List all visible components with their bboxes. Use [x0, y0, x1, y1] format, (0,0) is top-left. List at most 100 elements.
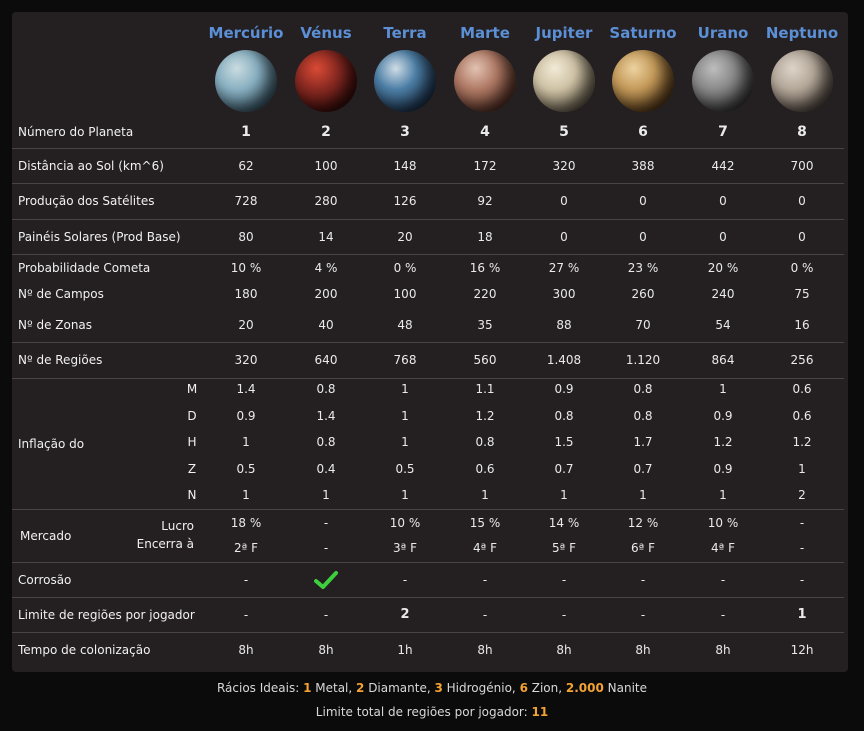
ratio-resource: Zion,: [527, 681, 566, 695]
cell-corrosion: -: [243, 572, 249, 587]
row-label: Nº de Zonas: [18, 317, 93, 332]
planets-table: Mercúrio Vénus Terra Marte Jupiter Saturno Ura…: [12, 12, 848, 672]
cell-sat_production: 0: [560, 194, 568, 208]
row-fields: Nº de Campos 180 200 100 220 300 260 240 75: [12, 281, 848, 307]
cell-inflation-H: 1.2: [792, 435, 812, 449]
planet-name: Terra: [383, 24, 427, 42]
row-label: Limite de regiões por jogador: [18, 607, 195, 622]
cell-number: 5: [559, 123, 569, 140]
marte-planet-image: [454, 50, 516, 112]
cell-inflation-N: 1: [639, 488, 647, 502]
cell-inflation-H: 0.8: [475, 435, 495, 449]
saturno-planet-image: [612, 50, 674, 112]
row-label: Painéis Solares (Prod Base): [18, 229, 181, 244]
cell-market-profit: -: [799, 516, 805, 530]
cell-distance: 442: [711, 158, 735, 173]
neptuno-planet-image: [771, 50, 833, 112]
cell-inflation-D: 0.8: [633, 409, 653, 423]
cell-comet_prob: 0 %: [393, 260, 417, 275]
planet-header: Mercúrio: [206, 22, 286, 112]
cell-inflation-D: 1.2: [475, 409, 495, 423]
row-label: Distância ao Sol (km^6): [18, 158, 164, 173]
vénus-planet-image: [295, 50, 357, 112]
cell-inflation-M: 0.8: [316, 382, 336, 396]
cell-inflation-Z: 0.4: [316, 462, 336, 476]
total-region-limit: Limite total de regiões por jogador: 11: [0, 705, 864, 719]
cell-distance: 172: [473, 158, 497, 173]
cell-regions: 256: [790, 353, 814, 367]
cell-market-closes: 2ª F: [233, 541, 258, 555]
mercúrio-planet-image: [215, 50, 277, 112]
cell-inflation-D: 0.9: [236, 409, 256, 423]
cell-market-profit: 12 %: [627, 516, 659, 530]
terra-planet-image: [374, 50, 436, 112]
cell-sat_production: 0: [798, 194, 806, 208]
cell-corrosion: -: [720, 572, 726, 587]
cell-comet_prob: 10 %: [230, 260, 262, 275]
cell-colonization_time: 12h: [790, 643, 814, 657]
cell-regions: 640: [314, 353, 338, 367]
ratio-value: 6: [519, 681, 528, 695]
cell-inflation-Z: 0.7: [633, 462, 653, 476]
row-colonization_time: Tempo de colonização 8h 8h 1h 8h 8h 8h 8h 12h: [12, 632, 848, 668]
cell-inflation-M: 0.8: [633, 382, 653, 396]
cell-sat_production: 92: [477, 194, 493, 208]
cell-region_limit: -: [323, 607, 329, 622]
cell-region_limit: 1: [797, 606, 807, 622]
cell-inflation-H: 1: [242, 435, 250, 449]
cell-inflation-N: 1: [401, 488, 409, 502]
cell-regions: 560: [473, 353, 497, 367]
cell-inflation-Z: 0.9: [713, 462, 733, 476]
cell-zones: 88: [556, 317, 572, 332]
cell-number: 8: [797, 123, 807, 140]
row-label: Produção dos Satélites: [18, 194, 155, 208]
cell-comet_prob: 0 %: [790, 260, 814, 275]
cell-regions: 320: [234, 353, 258, 367]
planet-header: Saturno: [603, 22, 683, 112]
cell-solar_panels: 0: [798, 229, 806, 244]
cell-colonization_time: 8h: [238, 643, 254, 657]
row-inflation: Inflação do M 1.4 0.8 1 1.1 0.9 0.8 1 0.6 D 0.9 1.4 1…: [12, 378, 848, 509]
cell-inflation-M: 1.4: [236, 382, 256, 396]
cell-inflation-D: 0.6: [792, 409, 812, 423]
cell-comet_prob: 16 %: [469, 260, 501, 275]
cell-region_limit: -: [640, 607, 646, 622]
cell-market-closes: 5ª F: [551, 541, 576, 555]
planet-header: Urano: [683, 22, 763, 112]
row-comet_prob: Probabilidade Cometa 10 % 4 % 0 % 16 % 27 % 23…: [12, 254, 848, 281]
cell-inflation-Z: 0.5: [395, 462, 415, 476]
cell-inflation-M: 1: [401, 382, 409, 396]
row-region_limit: Limite de regiões por jogador - - 2 - - - - 1: [12, 597, 848, 632]
planet-name: Urano: [697, 24, 749, 42]
cell-solar_panels: 0: [639, 229, 647, 244]
cell-inflation-M: 1: [719, 382, 727, 396]
cell-sat_production: 0: [719, 194, 727, 208]
planet-header: Vénus: [286, 22, 366, 112]
total-limit-label: Limite total de regiões por jogador:: [315, 705, 532, 719]
cell-market-closes: -: [799, 541, 805, 555]
cell-market-closes: 4ª F: [472, 541, 497, 555]
cell-inflation-Z: 0.7: [554, 462, 574, 476]
row-label: Mercado: [20, 529, 72, 543]
cell-fields: 200: [314, 287, 338, 301]
cell-inflation-N: 1: [560, 488, 568, 502]
row-label: Tempo de colonização: [18, 643, 151, 657]
cell-inflation-N: 2: [798, 488, 806, 502]
cell-region_limit: -: [243, 607, 249, 622]
check-icon: [286, 570, 366, 594]
cell-inflation-Z: 0.5: [236, 462, 256, 476]
inflation-key: D: [187, 409, 197, 423]
cell-fields: 75: [794, 287, 810, 301]
cell-number: 4: [480, 123, 490, 140]
cell-inflation-N: 1: [242, 488, 250, 502]
cell-corrosion: -: [561, 572, 567, 587]
row-label: Probabilidade Cometa: [18, 260, 151, 275]
cell-inflation-N: 1: [719, 488, 727, 502]
cell-market-closes: 6ª F: [630, 541, 655, 555]
cell-colonization_time: 8h: [715, 643, 731, 657]
cell-market-profit: 10 %: [707, 516, 739, 530]
cell-distance: 320: [552, 158, 576, 173]
ratios-label: Rácios Ideais:: [216, 681, 304, 695]
planet-name: Saturno: [609, 24, 677, 42]
market-closes-label: Encerra à: [136, 537, 194, 551]
